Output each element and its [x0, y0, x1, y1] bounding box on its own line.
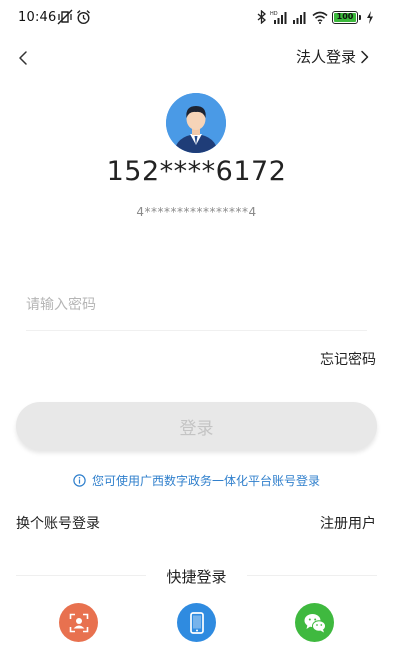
face-recognition-icon — [69, 613, 88, 632]
charging-icon — [367, 10, 373, 24]
avatar — [166, 93, 226, 153]
login-button[interactable]: 登录 — [16, 402, 377, 450]
signal-hd-icon: HD — [270, 11, 287, 24]
mute-vibrate-icon — [57, 9, 73, 25]
notice-text: 您可使用广西数字政务一体化平台账号登录 — [91, 474, 320, 488]
phone-login-button[interactable] — [177, 603, 216, 642]
status-time: 10:46 — [18, 10, 57, 25]
switch-account-link[interactable]: 换个账号登录 — [16, 513, 100, 533]
svg-text:HD: HD — [270, 11, 278, 17]
quick-login-title: 快捷登录 — [166, 568, 227, 586]
status-bar: 10:46 HD 100 — [0, 0, 393, 36]
legal-login-label: 法人登录 — [295, 48, 356, 66]
battery-icon: 100 — [332, 10, 361, 24]
account-phone: 152****6172 — [106, 156, 287, 187]
user-avatar-icon — [166, 93, 226, 153]
back-button[interactable] — [14, 44, 38, 72]
alarm-icon — [77, 10, 90, 25]
status-right-icons: HD 100 — [257, 10, 374, 24]
chevron-right-icon — [361, 50, 369, 63]
mobile-phone-icon — [189, 611, 204, 634]
chevron-left-icon — [19, 51, 27, 65]
password-input[interactable] — [26, 290, 366, 320]
info-icon — [73, 474, 86, 487]
wechat-login-button[interactable] — [295, 603, 334, 642]
platform-notice: 您可使用广西数字政务一体化平台账号登录 — [0, 472, 393, 489]
quick-login-divider-right — [247, 575, 377, 576]
password-divider — [26, 330, 367, 331]
login-page: 10:46 HD 100 法人登录 152****6172 4*********… — [0, 0, 393, 650]
face-login-button[interactable] — [59, 603, 98, 642]
bluetooth-icon — [257, 10, 266, 24]
forgot-password-link[interactable]: 忘记密码 — [320, 349, 376, 369]
battery-level: 100 — [336, 12, 354, 21]
signal-icon — [293, 12, 306, 24]
wechat-icon — [304, 613, 326, 632]
account-id-number: 4****************4 — [136, 205, 257, 219]
status-left-icons — [57, 9, 91, 25]
wifi-icon — [312, 11, 328, 24]
legal-person-login-link[interactable]: 法人登录 — [296, 46, 369, 67]
register-link[interactable]: 注册用户 — [320, 513, 376, 533]
